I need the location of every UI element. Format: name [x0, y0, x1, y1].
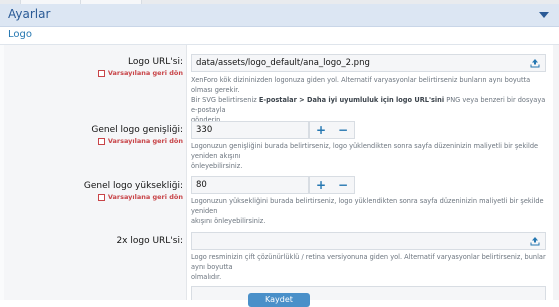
- upload-icon[interactable]: [530, 58, 540, 68]
- logo-2x-url-explain: Logo resminizin çift çözünürlüklü / reti…: [191, 253, 546, 281]
- upload-icon[interactable]: [530, 236, 540, 246]
- logo-2x-url-input[interactable]: [191, 232, 546, 250]
- chevron-down-icon[interactable]: [539, 12, 549, 19]
- logo-height-revert[interactable]: Varsayılana geri dön: [97, 193, 183, 201]
- revert-label: Varsayılana geri dön: [107, 137, 183, 145]
- logo-width-explain: Logonuzun genişliğini burada belirtirsen…: [191, 142, 539, 170]
- logo-width-input[interactable]: 330: [191, 121, 309, 139]
- revert-label: Varsayılana geri dön: [107, 69, 183, 77]
- decrement-button[interactable]: −: [332, 177, 354, 193]
- logo-height-explain: Logonuzun yüksekliğini burada belirtirse…: [191, 197, 544, 225]
- next-field-input[interactable]: [191, 286, 546, 300]
- section-title: Logo: [8, 29, 32, 40]
- logo-height-label: Genel logo yüksekliği:: [83, 181, 183, 191]
- increment-button[interactable]: +: [310, 122, 332, 138]
- logo-height-stepper[interactable]: + −: [309, 176, 355, 194]
- logo-height-input[interactable]: 80: [191, 176, 309, 194]
- panel-title: Ayarlar: [8, 7, 51, 21]
- label-column: [0, 45, 187, 300]
- save-button[interactable]: Kaydet: [248, 293, 310, 307]
- logo-section-header: Logo: [0, 27, 559, 45]
- scrollbar[interactable]: [553, 45, 559, 300]
- revert-checkbox[interactable]: [97, 137, 105, 145]
- logo-url-label: Logo URL'si:: [128, 57, 183, 67]
- logo-url-input[interactable]: data/assets/logo_default/ana_logo_2.png: [191, 54, 546, 72]
- revert-label: Varsayılana geri dön: [107, 193, 183, 201]
- logo-2x-url-label: 2x logo URL'si:: [116, 236, 183, 246]
- logo-width-label: Genel logo genişliği:: [91, 125, 183, 135]
- logo-width-revert[interactable]: Varsayılana geri dön: [97, 137, 183, 145]
- logo-width-value: 330: [196, 125, 213, 135]
- increment-button[interactable]: +: [310, 177, 332, 193]
- logo-url-explain: XenForo kök dizininizden logonuza giden …: [191, 76, 546, 124]
- logo-url-revert[interactable]: Varsayılana geri dön: [97, 69, 183, 77]
- revert-checkbox[interactable]: [97, 193, 105, 201]
- logo-height-value: 80: [196, 180, 207, 190]
- settings-panel-header[interactable]: Ayarlar: [0, 4, 559, 27]
- decrement-button[interactable]: −: [332, 122, 354, 138]
- logo-url-value: data/assets/logo_default/ana_logo_2.png: [196, 58, 370, 68]
- revert-checkbox[interactable]: [97, 69, 105, 77]
- logo-width-stepper[interactable]: + −: [309, 121, 355, 139]
